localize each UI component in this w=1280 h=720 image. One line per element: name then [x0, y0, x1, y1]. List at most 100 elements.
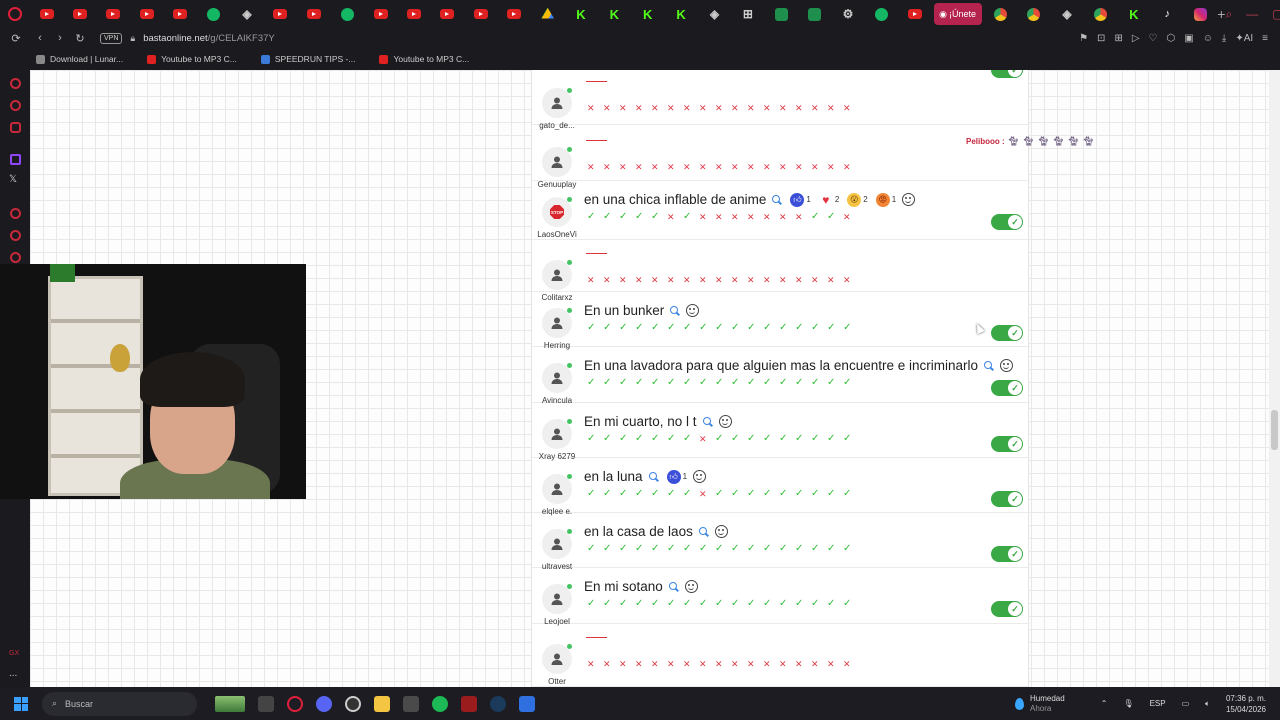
cross-icon[interactable]: ✕ — [699, 489, 715, 499]
opera-icon[interactable] — [287, 695, 303, 712]
check-icon[interactable]: ✓ — [651, 378, 667, 388]
bookmark-icon[interactable]: ⚑ — [1079, 33, 1088, 44]
cross-icon[interactable]: ✕ — [747, 659, 763, 669]
browser-tab[interactable] — [1184, 0, 1217, 28]
check-icon[interactable]: ✓ — [827, 323, 843, 333]
check-icon[interactable]: ✓ — [699, 544, 715, 554]
check-icon[interactable]: ✓ — [731, 434, 747, 444]
browser-tab[interactable]: ♪ — [1151, 0, 1184, 28]
cross-icon[interactable]: ✕ — [747, 162, 763, 172]
cross-icon[interactable]: ✕ — [811, 103, 827, 113]
check-icon[interactable]: ✓ — [811, 212, 827, 222]
check-icon[interactable]: ✓ — [827, 434, 843, 444]
browser-tab[interactable] — [130, 0, 163, 28]
check-icon[interactable]: ✓ — [619, 323, 635, 333]
search-icon[interactable] — [984, 360, 994, 371]
browser-tab[interactable] — [297, 0, 330, 28]
search-icon[interactable] — [668, 581, 679, 592]
check-icon[interactable]: ✓ — [747, 489, 763, 499]
network-icon[interactable]: ▭ — [1182, 699, 1190, 708]
search-icon[interactable] — [702, 416, 713, 427]
check-icon[interactable]: ✓ — [619, 378, 635, 388]
browser-tab[interactable]: ◈ — [698, 0, 731, 28]
cross-icon[interactable]: ✕ — [731, 103, 747, 113]
check-icon[interactable]: ✓ — [651, 599, 667, 609]
avatar[interactable] — [542, 644, 572, 674]
file-manager-icon[interactable] — [258, 695, 274, 712]
browser-tab[interactable] — [865, 0, 898, 28]
windows-start-icon[interactable] — [14, 696, 28, 711]
check-icon[interactable]: ✓ — [779, 378, 795, 388]
bookmark-item[interactable]: Download | Lunar... — [36, 54, 123, 64]
search-tabs-icon[interactable]: ⌕ — [1225, 7, 1232, 22]
tree-widget-icon[interactable] — [215, 695, 245, 712]
cross-icon[interactable]: ✕ — [683, 103, 699, 113]
add-reaction-icon[interactable] — [718, 415, 732, 428]
browser-tab[interactable] — [397, 0, 430, 28]
cross-icon[interactable]: ✕ — [747, 212, 763, 222]
check-icon[interactable]: ✓ — [811, 544, 827, 554]
browser-tab[interactable] — [63, 0, 96, 28]
reaction-heart[interactable]: ♥ 2 — [818, 192, 839, 207]
cross-icon[interactable]: ✕ — [843, 212, 859, 222]
browser-tab[interactable] — [331, 0, 364, 28]
browser-tab[interactable] — [1084, 0, 1117, 28]
check-icon[interactable]: ✓ — [587, 489, 603, 499]
browser-tab[interactable] — [464, 0, 497, 28]
bookmark-item[interactable]: Youtube to MP3 C... — [147, 54, 237, 64]
check-icon[interactable]: ✓ — [731, 489, 747, 499]
check-icon[interactable]: ✓ — [795, 378, 811, 388]
check-icon[interactable]: ✓ — [603, 323, 619, 333]
browser-tab[interactable] — [531, 0, 564, 28]
check-icon[interactable]: ✓ — [635, 434, 651, 444]
cross-icon[interactable]: ✕ — [779, 162, 795, 172]
chevron-up-icon[interactable]: ⌃ — [1101, 699, 1108, 708]
cross-icon[interactable]: ✕ — [843, 162, 859, 172]
menu-icon[interactable]: ≡ — [1262, 33, 1268, 44]
cross-icon[interactable]: ✕ — [795, 162, 811, 172]
check-icon[interactable]: ✓ — [635, 378, 651, 388]
check-icon[interactable]: ✓ — [587, 212, 603, 222]
check-icon[interactable]: ✓ — [763, 599, 779, 609]
cross-icon[interactable]: ✕ — [811, 659, 827, 669]
ai-icon[interactable]: ✦AI — [1235, 33, 1253, 44]
browser-tab[interactable]: ⊞ — [731, 0, 764, 28]
cross-icon[interactable]: ✕ — [843, 659, 859, 669]
avatar[interactable] — [542, 88, 572, 118]
cross-icon[interactable]: ✕ — [603, 659, 619, 669]
cross-icon[interactable]: ✕ — [827, 103, 843, 113]
cross-icon[interactable]: ✕ — [827, 275, 843, 285]
search-icon[interactable] — [648, 471, 659, 482]
discord-icon[interactable] — [316, 695, 332, 712]
twitch-icon[interactable] — [10, 154, 21, 165]
check-icon[interactable]: ✓ — [651, 434, 667, 444]
cross-icon[interactable]: ✕ — [635, 103, 651, 113]
browser-tab[interactable]: ◈ — [230, 0, 263, 28]
cross-icon[interactable]: ✕ — [651, 162, 667, 172]
check-icon[interactable]: ✓ — [827, 489, 843, 499]
reaction-angry[interactable]: 😡︎ 1 — [875, 192, 896, 207]
page-scrollbar[interactable] — [1269, 70, 1280, 687]
cross-icon[interactable]: ✕ — [811, 162, 827, 172]
cross-icon[interactable]: ✕ — [715, 212, 731, 222]
check-icon[interactable]: ✓ — [603, 434, 619, 444]
cross-icon[interactable]: ✕ — [731, 659, 747, 669]
check-icon[interactable]: ✓ — [635, 212, 651, 222]
check-icon[interactable]: ✓ — [715, 323, 731, 333]
cross-icon[interactable]: ✕ — [619, 659, 635, 669]
cross-icon[interactable]: ✕ — [651, 103, 667, 113]
cross-icon[interactable]: ✕ — [795, 659, 811, 669]
play-icon[interactable]: ▷ — [1132, 33, 1140, 44]
cross-icon[interactable]: ✕ — [635, 659, 651, 669]
folder-icon[interactable] — [374, 695, 390, 712]
cross-icon[interactable]: ✕ — [619, 275, 635, 285]
check-icon[interactable]: ✓ — [683, 323, 699, 333]
cross-icon[interactable]: ✕ — [779, 212, 795, 222]
search-icon[interactable] — [698, 526, 709, 537]
cross-icon[interactable]: ✕ — [635, 275, 651, 285]
editor-icon[interactable] — [403, 695, 419, 712]
check-icon[interactable]: ✓ — [763, 378, 779, 388]
check-icon[interactable]: ✓ — [699, 599, 715, 609]
cross-icon[interactable]: ✕ — [587, 162, 603, 172]
cross-icon[interactable]: ✕ — [587, 275, 603, 285]
